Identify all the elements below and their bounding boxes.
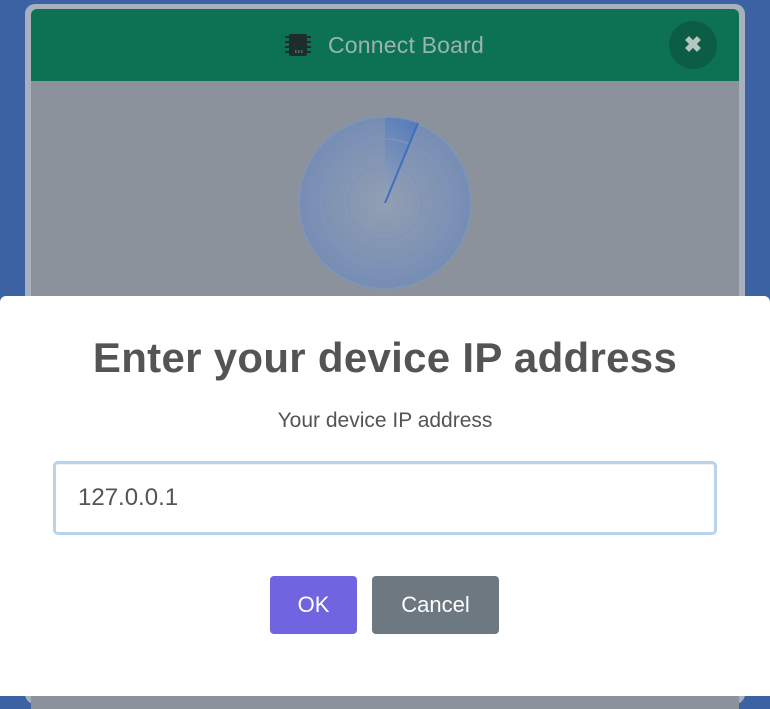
ok-button[interactable]: OK (270, 576, 357, 634)
connect-board-title: Connect Board (327, 31, 485, 58)
ip-input-label: Your device IP address (277, 409, 493, 432)
prompt-title: Enter your device IP address (92, 334, 678, 381)
connect-board-title-group: Connect Board (284, 32, 484, 59)
ip-address-input[interactable] (53, 461, 717, 535)
chip-icon (284, 34, 311, 56)
close-button[interactable]: ✖ (669, 21, 717, 69)
connect-board-header: Connect Board ✖ (31, 9, 739, 81)
radar-scan-icon (298, 116, 472, 290)
ip-prompt-dialog: Enter your device IP address Your device… (0, 296, 770, 696)
close-icon: ✖ (683, 32, 703, 57)
cancel-button[interactable]: Cancel (372, 576, 499, 634)
